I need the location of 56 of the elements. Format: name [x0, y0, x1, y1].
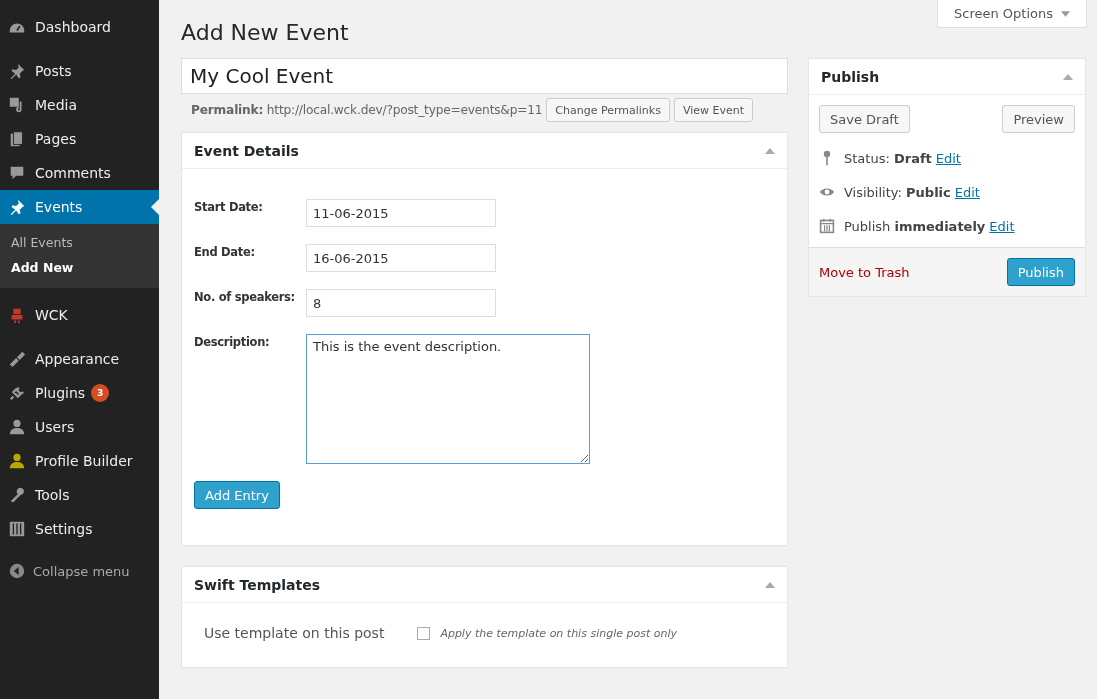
sidebar-item[interactable]: Dashboard — [0, 10, 159, 44]
pages-icon — [8, 130, 26, 148]
sidebar-item[interactable]: Posts — [0, 54, 159, 88]
permalink-button[interactable]: Change Permalinks — [546, 98, 670, 122]
preview-button[interactable]: Preview — [1002, 105, 1075, 133]
sidebar-item[interactable]: Profile Builder — [0, 444, 159, 478]
publish-setting-text: Visibility: Public — [844, 184, 951, 200]
caret-icon — [1061, 10, 1070, 17]
sidebar-item[interactable]: Plugins 3 — [0, 376, 159, 410]
panel-title: Swift Templates — [194, 576, 321, 593]
sidebar-item[interactable]: Media — [0, 88, 159, 122]
edit-link[interactable]: Edit — [989, 218, 1015, 234]
sidebar-item[interactable]: Users — [0, 410, 159, 444]
sidebar-item[interactable]: Tools — [0, 478, 159, 512]
checkbox-label: Apply the template on this single post only — [440, 626, 677, 640]
publish-setting-text: Publish immediately — [844, 218, 986, 234]
option-label: Use template on this post — [204, 625, 385, 641]
permalink-text: Permalink: http://local.wck.dev/?post_type=events&p=11 — [191, 103, 543, 117]
submenu-item[interactable]: All Events — [0, 230, 159, 255]
edit-link[interactable]: Edit — [954, 184, 980, 200]
title-input-field[interactable]: My Cool Event — [181, 58, 788, 94]
field-label: No. of speakers: — [194, 289, 296, 304]
permalink-button[interactable]: View Event — [673, 98, 754, 122]
calendar-icon — [819, 218, 835, 234]
update-count-badge: 3 — [91, 384, 110, 402]
collapse-menu-button[interactable]: Collapse menu — [0, 556, 159, 586]
sidebar-item[interactable]: Events — [0, 190, 159, 224]
input-field[interactable]: 11-06-2015 — [306, 199, 496, 227]
pin-icon — [8, 198, 26, 216]
screen-options-button[interactable]: Screen Options — [937, 0, 1087, 28]
sidebar-item[interactable]: WCK — [0, 298, 159, 332]
user-icon — [8, 418, 26, 436]
sidebar-item[interactable]: Comments — [0, 156, 159, 190]
input-field[interactable]: 16-06-2015 — [306, 244, 496, 272]
move-to-trash-link[interactable]: Move to Trash — [819, 264, 910, 280]
submenu-item[interactable]: Add New — [0, 255, 159, 280]
sidebar-item[interactable]: Appearance — [0, 342, 159, 376]
description-textarea[interactable]: This is the event description. — [306, 334, 590, 464]
collapse-caret-icon[interactable] — [765, 147, 775, 154]
publish-setting-text: Status: Draft — [844, 150, 932, 166]
checkbox[interactable] — [417, 626, 431, 640]
panel-title: Event Details — [194, 142, 299, 159]
pin-icon — [8, 62, 26, 80]
collapse-caret-icon[interactable] — [1063, 73, 1073, 80]
user-icon — [8, 452, 26, 470]
sidebar-item[interactable]: Settings — [0, 512, 159, 546]
field-label: Start Date: — [194, 199, 264, 214]
collapse-caret-icon[interactable] — [765, 581, 775, 588]
page-title: Add New Event — [181, 20, 350, 45]
sidebar-item[interactable]: Pages — [0, 122, 159, 156]
field-label: End Date: — [194, 244, 256, 259]
field-label: Description: — [194, 334, 271, 349]
input-field[interactable]: 8 — [306, 289, 496, 317]
panel-title: Publish — [821, 68, 880, 85]
save-draft-button[interactable]: Save Draft — [819, 105, 910, 133]
edit-link[interactable]: Edit — [935, 150, 961, 166]
